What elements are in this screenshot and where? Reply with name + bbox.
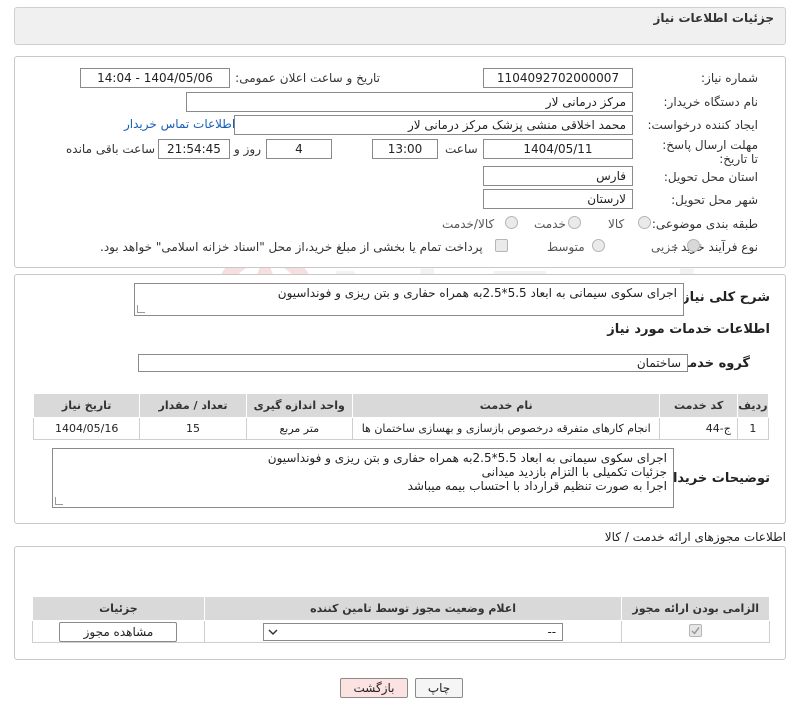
category-radio-goods[interactable] (638, 216, 651, 229)
buyer-notes-line: جزئیات تکمیلی با التزام بازدید میدانی (481, 465, 667, 479)
category-radio-service[interactable] (568, 216, 581, 229)
buyer-org-field: مرکز درمانی لار (186, 92, 633, 112)
buyer-notes-line: اجرا به صورت تنظیم قرارداد با احتساب بیم… (407, 479, 667, 493)
view-permit-button[interactable]: مشاهده مجوز (59, 621, 178, 642)
print-button[interactable]: چاپ (415, 678, 463, 698)
buyer-contact-link[interactable]: اطلاعات تماس خریدار (124, 117, 235, 131)
category-option-service: خدمت (534, 217, 566, 231)
process-radio-minor[interactable] (687, 239, 700, 252)
treasury-note: پرداخت تمام یا بخشی از مبلغ خرید،از محل … (100, 240, 483, 254)
buyer-org-label: نام دستگاه خریدار: (663, 95, 759, 109)
creator-field: محمد اخلاقی منشی پزشک مرکز درمانی لار (234, 115, 633, 135)
summary-text: اجرای سکوی سیمانی به ابعاد 5.5*2.5به همر… (277, 286, 677, 300)
cell-unit: متر مربع (245, 417, 353, 440)
service-group-field: ساختمان (138, 354, 688, 372)
cell-row: 1 (736, 417, 770, 440)
col-unit-header: واحد اندازه گیری (245, 393, 353, 418)
back-button[interactable]: بازگشت (340, 678, 408, 698)
need-number-label: شماره نیاز: (701, 71, 758, 85)
process-radio-medium[interactable] (592, 239, 605, 252)
summary-label: شرح کلی نیاز: (676, 290, 770, 305)
deadline-time-field: 13:00 (372, 139, 438, 159)
col-date-header: تاریخ نیاز (32, 393, 141, 418)
cell-code: ج-44 (659, 417, 738, 440)
category-option-goods-service: کالا/خدمت (442, 217, 495, 231)
category-option-goods: کالا (608, 217, 625, 231)
buyer-notes-label: توضیحات خریدار: (660, 471, 770, 486)
announce-field: 1404/05/06 - 14:04 (80, 68, 230, 88)
permit-details-cell: مشاهده مجوز (32, 620, 205, 643)
cell-date: 1404/05/16 (32, 417, 141, 440)
page-title: جزئیات اطلاعات نیاز (653, 11, 774, 25)
services-title: اطلاعات خدمات مورد نیاز (607, 322, 770, 337)
col-name-header: نام خدمت (351, 393, 661, 418)
permit-status-select-value: -- (547, 624, 557, 639)
process-option-medium: متوسط (547, 240, 585, 254)
city-field: لارستان (483, 189, 633, 209)
category-radio-goods-service[interactable] (505, 216, 518, 229)
table-row: -- مشاهده مجوز (32, 620, 770, 643)
summary-textarea: اجرای سکوی سیمانی به ابعاد 5.5*2.5به همر… (134, 283, 684, 316)
permit-status-header: اعلام وضعیت مجوز توسط تامین کننده (203, 596, 623, 621)
process-option-minor: جزیی (651, 240, 679, 254)
buyer-notes-line: اجرای سکوی سیمانی به ابعاد 5.5*2.5به همر… (267, 451, 667, 465)
table-row: 1 ج-44 انجام کارهای متفرقه درخصوص بازساز… (32, 417, 770, 440)
cell-qty: 15 (139, 417, 247, 440)
resize-handle-icon[interactable] (55, 497, 63, 505)
permit-required-header: الزامی بودن ارائه مجوز (621, 596, 770, 621)
permit-status-cell: -- (203, 620, 623, 643)
buyer-notes-textarea: اجرای سکوی سیمانی به ابعاد 5.5*2.5به همر… (52, 448, 674, 508)
days-field: 4 (266, 139, 332, 159)
chevron-down-icon (268, 628, 278, 635)
announce-label: تاریخ و ساعت اعلان عمومی: (235, 71, 380, 85)
days-label: روز و (234, 142, 261, 156)
treasury-checkbox[interactable] (495, 239, 508, 252)
category-label: طبقه بندی موضوعی: (651, 217, 758, 231)
permit-status-select[interactable]: -- (263, 622, 564, 641)
province-label: استان محل تحویل: (663, 170, 758, 184)
resize-handle-icon[interactable] (137, 305, 145, 313)
need-number-field: 1104092702000007 (483, 68, 633, 88)
remaining-time-field: 21:54:45 (158, 139, 230, 159)
process-label: نوع فرآیند خرید : (673, 240, 758, 254)
col-code-header: کد خدمت (659, 393, 738, 418)
deadline-date-field: 1404/05/11 (483, 139, 633, 159)
permit-required-cell (621, 620, 770, 643)
creator-label: ایجاد کننده درخواست: (647, 118, 758, 132)
deadline-label: مهلت ارسال پاسخ: تا تاریخ: (662, 138, 758, 166)
permits-table: الزامی بودن ارائه مجوز اعلام وضعیت مجوز … (32, 596, 770, 643)
permits-title: اطلاعات مجوزهای ارائه خدمت / کالا (604, 530, 786, 544)
services-table: ردیف کد خدمت نام خدمت واحد اندازه گیری ت… (32, 393, 770, 440)
col-row-header: ردیف (736, 393, 770, 418)
permit-details-header: جزئیات (32, 596, 205, 621)
province-field: فارس (483, 166, 633, 186)
time-label: ساعت (445, 142, 478, 156)
checkmark-icon (691, 626, 700, 635)
remaining-label: ساعت باقی مانده (66, 142, 156, 156)
permit-required-checkbox (689, 623, 703, 637)
cell-name: انجام کارهای متفرقه درخصوص بازسازی و بهس… (351, 417, 661, 440)
city-label: شهر محل تحویل: (671, 193, 758, 207)
col-qty-header: تعداد / مقدار (139, 393, 247, 418)
